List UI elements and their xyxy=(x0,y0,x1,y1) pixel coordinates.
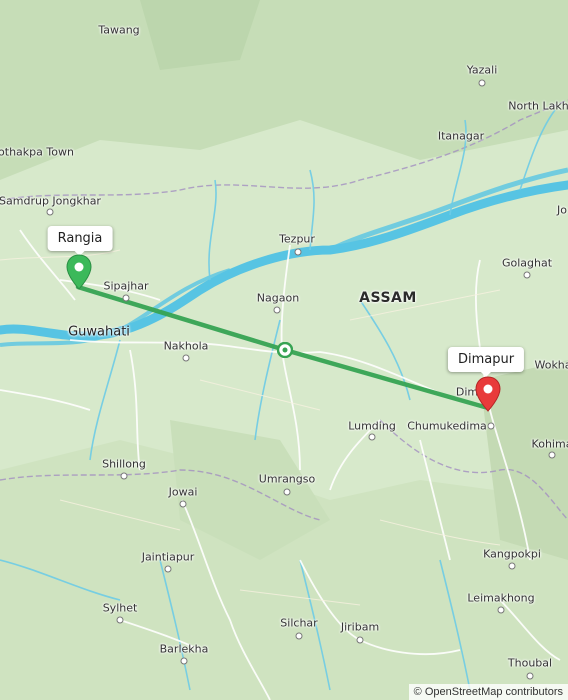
destination-pin-icon[interactable] xyxy=(474,376,502,412)
place-label: Jowai xyxy=(168,485,198,499)
place-dot xyxy=(179,500,187,508)
place-label: Tawang xyxy=(98,23,140,37)
map-attribution[interactable]: © OpenStreetMap contributors xyxy=(408,684,568,700)
place-label: Sipajhar xyxy=(103,279,149,293)
origin-callout: Rangia xyxy=(47,226,113,256)
place-label: Umrangso xyxy=(258,472,316,486)
attribution-text: © OpenStreetMap contributors xyxy=(413,686,563,698)
origin-label: Rangia xyxy=(57,231,103,246)
place-label: Nagaon xyxy=(256,291,300,305)
place-dot xyxy=(356,636,364,644)
place-label: Nakhola xyxy=(163,339,209,353)
place-dot xyxy=(273,306,281,314)
place-dot xyxy=(46,208,54,216)
place-dot xyxy=(283,488,291,496)
place-label: Lumding xyxy=(348,419,396,433)
place-label: Thoubal xyxy=(507,656,553,670)
place-label: Yazali xyxy=(466,63,498,77)
place-label: Leimakhong xyxy=(467,591,535,605)
place-label: othakpa Town xyxy=(0,145,74,159)
destination-callout: Dimapur xyxy=(447,347,525,377)
place-dot xyxy=(294,248,302,256)
place-label: Barlekha xyxy=(159,642,209,656)
place-label: Shillong xyxy=(102,457,146,471)
place-dot xyxy=(497,606,505,614)
place-dot xyxy=(548,451,556,459)
place-label: North Lakhi xyxy=(508,99,568,113)
place-label: Kangpokpi xyxy=(483,547,541,561)
place-dot xyxy=(122,294,130,302)
state-label: ASSAM xyxy=(359,290,417,306)
route-midpoint-marker[interactable] xyxy=(277,342,293,358)
place-dot xyxy=(164,565,172,573)
destination-label: Dimapur xyxy=(457,352,515,367)
place-label: Silchar xyxy=(280,616,318,630)
place-label: Jiribam xyxy=(340,620,380,634)
origin-pin-icon[interactable] xyxy=(65,254,93,290)
place-label: Chumukedima xyxy=(407,419,487,433)
place-label-city: Guwahati xyxy=(68,324,130,340)
place-dot xyxy=(478,79,486,87)
place-label: Kohima xyxy=(531,437,568,451)
place-label: Wokha xyxy=(534,358,568,372)
place-label: Jo xyxy=(557,203,567,217)
place-dot xyxy=(487,422,495,430)
place-label: Sylhet xyxy=(102,601,138,615)
place-label: Samdrup Jongkhar xyxy=(0,194,101,208)
place-label: Itanagar xyxy=(437,129,485,143)
place-dot xyxy=(508,562,516,570)
place-label: Golaghat xyxy=(501,256,553,270)
place-dot xyxy=(526,672,534,680)
place-label: Tezpur xyxy=(279,232,315,246)
place-dot xyxy=(523,271,531,279)
map-canvas[interactable]: Tawang Yazali North Lakhi Itanagar othak… xyxy=(0,0,568,700)
place-dot xyxy=(295,632,303,640)
place-dot xyxy=(368,433,376,441)
place-dot xyxy=(120,472,128,480)
place-label: Jaintiapur xyxy=(141,550,195,564)
place-dot xyxy=(180,657,188,665)
place-dot xyxy=(182,354,190,362)
place-dot xyxy=(116,616,124,624)
